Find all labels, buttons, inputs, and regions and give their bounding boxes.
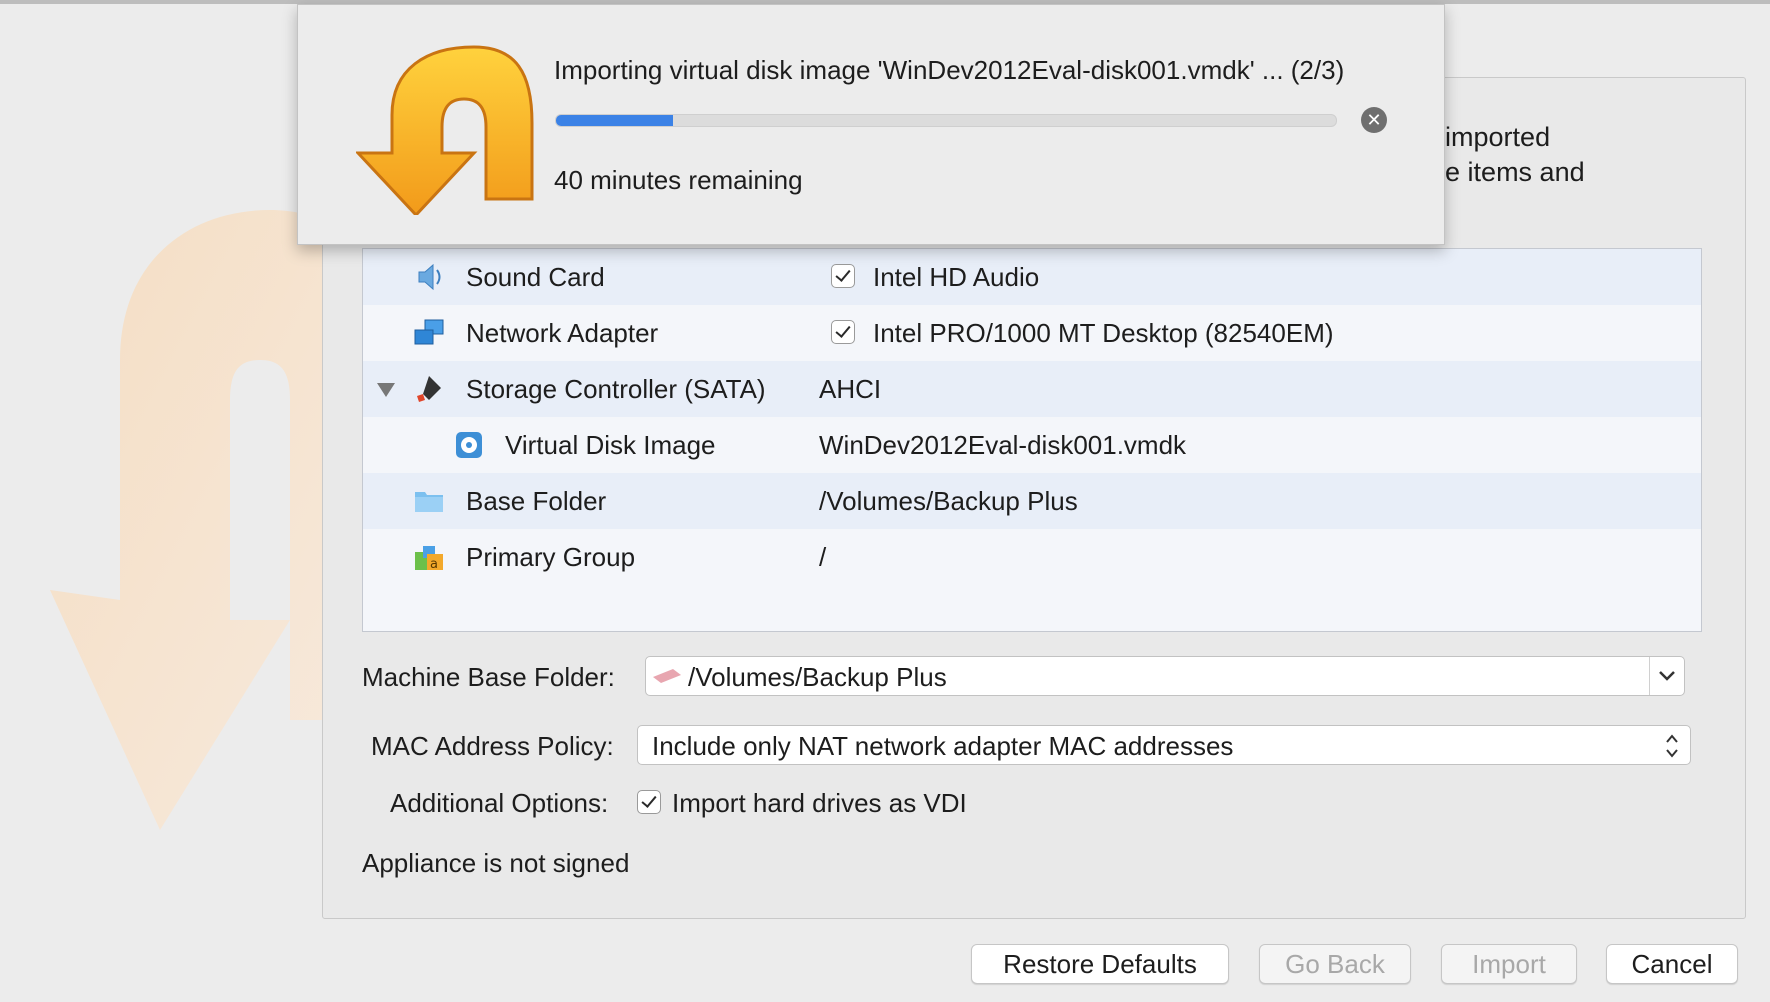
row-value[interactable]: Intel HD Audio — [873, 249, 1039, 305]
folder-icon — [415, 492, 443, 512]
import-button[interactable]: Import — [1441, 944, 1577, 984]
storage-controller-icon — [417, 376, 441, 402]
row-value[interactable]: /Volumes/Backup Plus — [819, 473, 1078, 529]
cancel-button[interactable]: Cancel — [1606, 944, 1738, 984]
import-progress-bar — [555, 114, 1337, 127]
folder-dropdown-button[interactable] — [1649, 657, 1684, 695]
sound-card-checkbox[interactable] — [831, 264, 855, 288]
network-adapter-icon — [414, 319, 444, 345]
import-progress-title: Importing virtual disk image 'WinDev2012… — [554, 55, 1345, 85]
chevron-down-icon — [1659, 671, 1675, 681]
collapse-triangle-icon[interactable] — [377, 383, 395, 397]
tree-row-storage-controller[interactable]: Storage Controller (SATA) AHCI — [363, 361, 1701, 417]
mac-policy-select[interactable]: Include only NAT network adapter MAC add… — [637, 725, 1691, 765]
tree-row-network-adapter[interactable]: Network Adapter Intel PRO/1000 MT Deskto… — [363, 305, 1701, 361]
svg-text:a: a — [430, 557, 438, 572]
mac-policy-label: MAC Address Policy: — [371, 731, 614, 761]
go-back-button[interactable]: Go Back — [1259, 944, 1411, 984]
row-label: Storage Controller (SATA) — [466, 374, 766, 404]
row-label: Network Adapter — [466, 318, 659, 348]
disk-image-icon — [456, 432, 482, 458]
restore-defaults-button[interactable]: Restore Defaults — [971, 944, 1229, 984]
row-label: Base Folder — [466, 486, 607, 516]
import-vdi-label[interactable]: Import hard drives as VDI — [672, 788, 967, 819]
tree-row-primary-group[interactable]: a Primary Group / — [363, 529, 1701, 585]
import-progress-popup: Importing virtual disk image 'WinDev2012… — [297, 4, 1445, 245]
additional-options-label: Additional Options: — [390, 788, 609, 818]
import-time-remaining: 40 minutes remaining — [554, 165, 803, 195]
appliance-settings-tree[interactable]: Sound Card Intel HD Audio Network Adapte… — [362, 248, 1702, 632]
import-progress-fill — [556, 115, 673, 126]
tree-row-base-folder[interactable]: Base Folder /Volumes/Backup Plus — [363, 473, 1701, 529]
machine-base-folder-combobox[interactable]: /Volumes/Backup Plus — [645, 656, 1685, 696]
import-arrow-icon — [356, 45, 534, 215]
row-value[interactable]: / — [819, 529, 826, 585]
sound-card-icon — [418, 263, 441, 291]
row-value[interactable]: AHCI — [819, 361, 881, 417]
machine-base-folder-value[interactable]: /Volumes/Backup Plus — [688, 657, 947, 697]
tree-row-sound-card[interactable]: Sound Card Intel HD Audio — [363, 249, 1701, 305]
row-label: Sound Card — [466, 262, 605, 292]
network-adapter-checkbox[interactable] — [831, 320, 855, 344]
row-label: Primary Group — [466, 542, 636, 572]
row-label: Virtual Disk Image — [505, 430, 716, 460]
mac-policy-value[interactable]: Include only NAT network adapter MAC add… — [652, 726, 1233, 766]
tree-row-virtual-disk-image[interactable]: Virtual Disk Image WinDev2012Eval-disk00… — [363, 417, 1701, 473]
machine-base-folder-label: Machine Base Folder: — [362, 662, 615, 692]
row-value[interactable]: WinDev2012Eval-disk001.vmdk — [819, 417, 1186, 473]
group-icon: a — [415, 546, 443, 572]
close-circle-icon[interactable]: ✕ — [1361, 107, 1387, 133]
import-vdi-checkbox[interactable] — [637, 790, 661, 814]
up-down-chevron-icon — [1666, 734, 1678, 758]
drive-icon — [653, 669, 681, 683]
appliance-signature-status: Appliance is not signed — [362, 848, 630, 878]
row-value[interactable]: Intel PRO/1000 MT Desktop (82540EM) — [873, 305, 1334, 361]
